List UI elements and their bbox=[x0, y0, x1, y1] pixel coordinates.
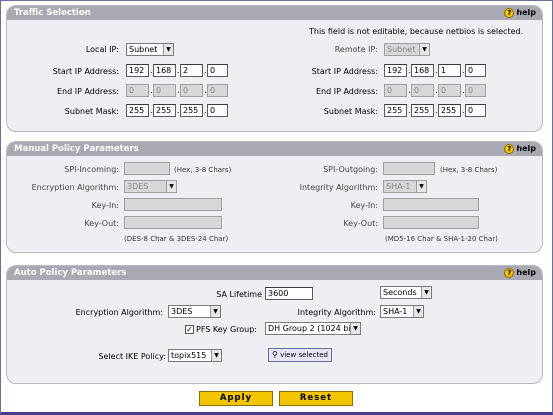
chevron-down-icon: ▼ bbox=[211, 350, 221, 361]
manual-integrity-label: Integrity Algorithm: bbox=[299, 183, 378, 192]
help-link[interactable]: ? help bbox=[504, 6, 536, 20]
remote-end-ip-label: End IP Address: bbox=[315, 87, 378, 96]
ike-policy-select[interactable]: topix515 ▼ bbox=[168, 349, 222, 362]
view-selected-button[interactable]: ⚲ view selected bbox=[268, 348, 332, 362]
chevron-down-icon: ▼ bbox=[421, 287, 431, 298]
manual-encryption-label: Encryption Algorithm: bbox=[31, 183, 119, 192]
spi-incoming-hint: (Hex, 3-8 Chars) bbox=[174, 166, 232, 174]
manual-encryption-select: 3DES ▼ bbox=[124, 180, 177, 193]
netbios-note: This field is not editable, because netb… bbox=[309, 27, 524, 36]
help-link[interactable]: ? help bbox=[504, 142, 536, 156]
manual-key-in-label-right: Key-In: bbox=[350, 201, 378, 210]
question-circle-icon: ? bbox=[504, 268, 515, 278]
apply-button[interactable]: Apply bbox=[199, 391, 273, 406]
manual-key-in-input-right bbox=[383, 198, 479, 211]
manual-encryption-hint: (DES-8 Char & 3DES-24 Char) bbox=[124, 235, 229, 243]
question-circle-icon: ? bbox=[504, 144, 515, 154]
spi-incoming-label: SPI-Incoming: bbox=[64, 165, 119, 174]
local-ip-select[interactable]: Subnet ▼ bbox=[126, 43, 174, 56]
local-ip-label: Local IP: bbox=[85, 45, 119, 54]
chevron-down-icon: ▼ bbox=[210, 306, 220, 317]
chevron-down-icon: ▼ bbox=[413, 306, 423, 317]
remote-ip-label: Remote IP: bbox=[334, 45, 378, 54]
spi-incoming-input bbox=[124, 162, 170, 175]
reset-button[interactable]: Reset bbox=[279, 391, 353, 406]
pfs-checkbox[interactable]: ✓ bbox=[185, 325, 194, 334]
chevron-down-icon: ▼ bbox=[350, 323, 360, 334]
manual-integrity-hint: (MD5-16 Char & SHA-1-20 Char) bbox=[385, 235, 498, 243]
manual-key-out-label: Key-Out: bbox=[84, 219, 119, 228]
pfs-key-group-label: PFS Key Group: bbox=[196, 325, 258, 334]
remote-end-ip-octet-4: 0 bbox=[465, 84, 486, 97]
spi-outgoing-hint: (Hex, 3-8 Chars) bbox=[440, 166, 498, 174]
local-subnet-mask-label: Subnet Mask: bbox=[64, 107, 119, 116]
section-header: Manual Policy Parameters ? help bbox=[7, 142, 542, 156]
remote-end-ip-octet-1: 0 bbox=[384, 84, 407, 97]
remote-subnet-mask-label: Subnet Mask: bbox=[323, 107, 378, 116]
manual-key-in-label: Key-In: bbox=[91, 201, 119, 210]
section-header: Traffic Selection ? help bbox=[7, 6, 542, 20]
auto-integrity-select[interactable]: SHA-1 ▼ bbox=[380, 305, 424, 318]
manual-key-out-input-right bbox=[383, 216, 479, 229]
chevron-down-icon: ▼ bbox=[163, 44, 173, 55]
local-end-ip-octet-2: 0 bbox=[153, 84, 176, 97]
magnifier-icon: ⚲ bbox=[272, 350, 278, 359]
chevron-down-icon: ▼ bbox=[419, 44, 429, 55]
manual-integrity-select: SHA-1 ▼ bbox=[383, 180, 427, 193]
local-end-ip-octet-3: 0 bbox=[180, 84, 203, 97]
chevron-down-icon: ▼ bbox=[166, 181, 176, 192]
local-mask-octet-3[interactable]: 255 bbox=[180, 104, 203, 117]
remote-ip-select: Subnet ▼ bbox=[384, 43, 430, 56]
section-title: Auto Policy Parameters bbox=[14, 268, 127, 278]
sa-lifetime-input[interactable]: 3600 bbox=[265, 287, 313, 300]
sa-lifetime-unit-select[interactable]: Seconds ▼ bbox=[380, 286, 432, 299]
local-start-ip-octet-2[interactable]: 168 bbox=[153, 64, 176, 77]
local-start-ip-octet-1[interactable]: 192 bbox=[126, 64, 149, 77]
local-end-ip-octet-4: 0 bbox=[207, 84, 228, 97]
remote-start-ip-label: Start IP Address: bbox=[311, 67, 378, 76]
section-header: Auto Policy Parameters ? help bbox=[7, 266, 542, 280]
question-circle-icon: ? bbox=[504, 8, 515, 18]
auto-encryption-label: Encryption Algorithm: bbox=[75, 308, 163, 317]
local-mask-octet-4[interactable]: 0 bbox=[207, 104, 228, 117]
manual-key-out-input bbox=[124, 216, 222, 229]
local-start-ip-octet-4[interactable]: 0 bbox=[207, 64, 228, 77]
remote-mask-octet-4[interactable]: 0 bbox=[465, 104, 486, 117]
local-start-ip-octet-3[interactable]: 2 bbox=[180, 64, 203, 77]
local-end-ip-octet-1: 0 bbox=[126, 84, 149, 97]
remote-start-ip-octet-3[interactable]: 1 bbox=[438, 64, 461, 77]
auto-integrity-label: Integrity Algorithm: bbox=[297, 308, 376, 317]
section-title: Manual Policy Parameters bbox=[14, 144, 139, 154]
sa-lifetime-label: SA Lifetime bbox=[216, 290, 262, 299]
remote-mask-octet-1[interactable]: 255 bbox=[384, 104, 407, 117]
local-start-ip-label: Start IP Address: bbox=[52, 67, 119, 76]
pfs-key-group-select[interactable]: DH Group 2 (1024 bit) ▼ bbox=[265, 322, 361, 335]
remote-start-ip-octet-1[interactable]: 192 bbox=[384, 64, 407, 77]
auto-encryption-select[interactable]: 3DES ▼ bbox=[168, 305, 221, 318]
local-mask-octet-2[interactable]: 255 bbox=[153, 104, 176, 117]
ike-policy-label: Select IKE Policy: bbox=[98, 352, 166, 361]
remote-mask-octet-2[interactable]: 255 bbox=[411, 104, 434, 117]
manual-key-out-label-right: Key-Out: bbox=[343, 219, 378, 228]
remote-end-ip-octet-3: 0 bbox=[438, 84, 461, 97]
remote-start-ip-octet-4[interactable]: 0 bbox=[465, 64, 486, 77]
spi-outgoing-label: SPI-Outgoing: bbox=[323, 165, 378, 174]
remote-start-ip-octet-2[interactable]: 168 bbox=[411, 64, 434, 77]
remote-end-ip-octet-2: 0 bbox=[411, 84, 434, 97]
local-mask-octet-1[interactable]: 255 bbox=[126, 104, 149, 117]
help-link[interactable]: ? help bbox=[504, 266, 536, 280]
section-title: Traffic Selection bbox=[14, 8, 91, 18]
chevron-down-icon: ▼ bbox=[416, 181, 426, 192]
manual-key-in-input bbox=[124, 198, 222, 211]
local-end-ip-label: End IP Address: bbox=[56, 87, 119, 96]
spi-outgoing-input bbox=[383, 162, 435, 175]
remote-mask-octet-3[interactable]: 255 bbox=[438, 104, 461, 117]
